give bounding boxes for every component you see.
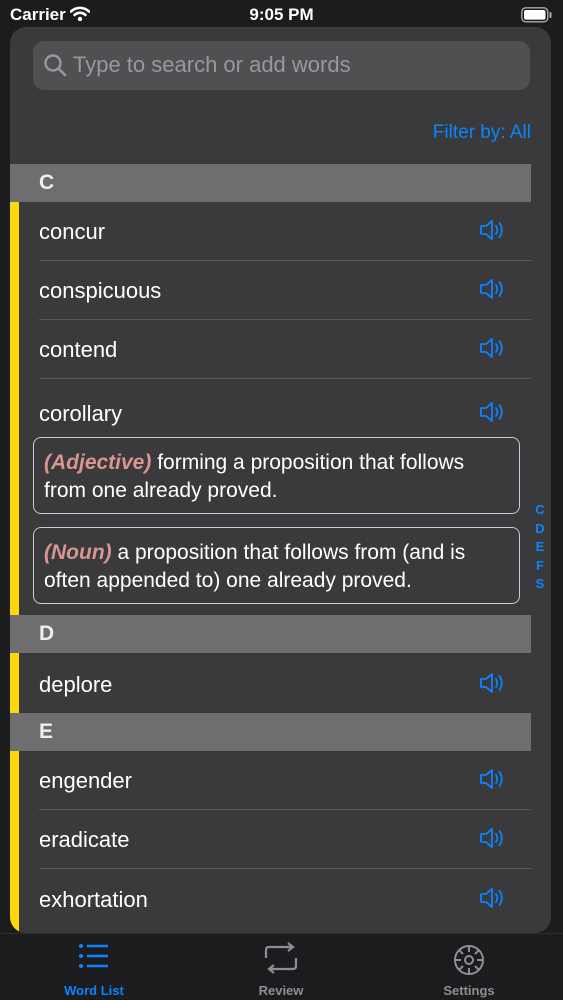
speaker-icon[interactable] <box>479 400 507 429</box>
definition-card: (Adjective) forming a proposition that f… <box>33 437 520 514</box>
index-letter-f[interactable]: F <box>532 557 548 576</box>
gear-icon <box>375 942 563 980</box>
definition-card: (Noun) a proposition that follows from (… <box>33 527 520 604</box>
highlight-bar <box>10 751 19 933</box>
filter-button[interactable]: Filter by: All <box>433 122 531 144</box>
word-label: deplore <box>39 672 113 697</box>
highlight-bar <box>10 202 19 615</box>
section-index[interactable]: C D E F S <box>532 501 548 594</box>
tab-bar: Word List Review Settings <box>0 933 563 1000</box>
word-row-deplore[interactable]: deplore <box>39 655 531 714</box>
speaker-icon[interactable] <box>479 886 507 915</box>
section-header-c: C <box>10 164 531 202</box>
tab-label: Settings <box>443 983 495 998</box>
highlight-bar <box>10 653 19 713</box>
battery-icon <box>521 7 553 28</box>
tab-settings[interactable]: Settings <box>375 934 563 1000</box>
index-letter-d[interactable]: D <box>532 520 548 539</box>
section-header-d: D <box>10 615 531 653</box>
word-label: corollary <box>39 401 123 426</box>
search-icon <box>43 53 67 82</box>
tab-word-list[interactable]: Word List <box>0 934 188 1000</box>
word-row-conspicuous[interactable]: conspicuous <box>39 261 531 320</box>
search-input[interactable] <box>73 48 513 82</box>
tab-review[interactable]: Review <box>187 934 375 1000</box>
word-row-eradicate[interactable]: eradicate <box>39 810 531 869</box>
search-bar[interactable] <box>33 41 530 90</box>
speaker-icon[interactable] <box>479 277 507 306</box>
speaker-icon[interactable] <box>479 767 507 796</box>
speaker-icon[interactable] <box>479 218 507 247</box>
speaker-icon[interactable] <box>479 336 507 365</box>
speaker-icon[interactable] <box>479 826 507 855</box>
index-letter-s[interactable]: S <box>532 575 548 594</box>
status-bar: Carrier 9:05 PM <box>0 0 563 30</box>
word-label: concur <box>39 219 106 244</box>
word-label: conspicuous <box>39 278 162 303</box>
word-label: engender <box>39 768 132 793</box>
word-row-engender[interactable]: engender <box>39 751 531 810</box>
word-label: contend <box>39 337 118 362</box>
speaker-icon[interactable] <box>479 671 507 700</box>
index-letter-e[interactable]: E <box>532 538 548 557</box>
tab-label: Word List <box>64 983 124 998</box>
word-label: eradicate <box>39 827 130 852</box>
word-label: exhortation <box>39 887 148 912</box>
word-row-concur[interactable]: concur <box>39 202 531 261</box>
word-row-contend[interactable]: contend <box>39 320 531 379</box>
word-row-exhortation[interactable]: exhortation <box>39 870 531 929</box>
section-header-e: E <box>10 713 531 751</box>
part-of-speech: (Adjective) <box>44 451 152 474</box>
clock: 9:05 PM <box>249 5 314 24</box>
tab-label: Review <box>258 983 304 998</box>
word-row-corollary[interactable]: corollary <box>39 384 531 443</box>
repeat-icon <box>187 942 375 980</box>
index-letter-c[interactable]: C <box>532 501 548 520</box>
list-icon <box>0 942 188 980</box>
part-of-speech: (Noun) <box>44 541 112 564</box>
word-list-card: Filter by: All C concur conspicuous cont… <box>10 27 551 933</box>
